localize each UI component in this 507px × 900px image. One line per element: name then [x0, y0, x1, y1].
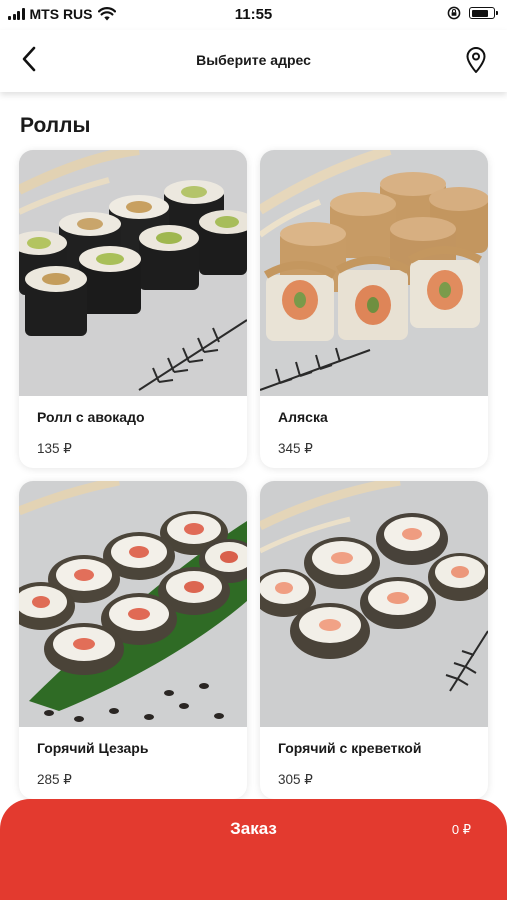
- product-name: Ролл с авокадо: [37, 409, 145, 425]
- product-card[interactable]: Аляска 345 ₽: [260, 150, 488, 468]
- order-total: 0 ₽: [451, 822, 471, 837]
- product-card[interactable]: Горячий Цезарь 285 ₽: [19, 481, 247, 799]
- address-selector[interactable]: Выберите адрес: [0, 52, 507, 68]
- alaska-roll-photo: [260, 150, 488, 396]
- hot-caesar-roll-photo: [19, 481, 247, 727]
- product-name: Аляска: [278, 409, 328, 425]
- product-price: 285 ₽: [37, 772, 72, 787]
- map-pin-icon: [466, 47, 486, 73]
- order-button[interactable]: Заказ 0 ₽: [0, 799, 507, 900]
- product-price: 135 ₽: [37, 441, 72, 456]
- product-card[interactable]: Ролл с авокадо 135 ₽: [19, 150, 247, 468]
- product-card[interactable]: Горячий с креветкой 305 ₽: [260, 481, 488, 799]
- product-price: 345 ₽: [278, 441, 313, 456]
- order-label: Заказ: [230, 819, 277, 838]
- product-name: Горячий с креветкой: [278, 740, 422, 756]
- product-name: Горячий Цезарь: [37, 740, 149, 756]
- app-header: Выберите адрес: [0, 30, 507, 92]
- product-grid: Ролл с авокадо 135 ₽ Аляска 345 ₽ Горячи…: [0, 0, 507, 900]
- avocado-roll-photo: [19, 150, 247, 396]
- hot-shrimp-roll-photo: [260, 481, 488, 727]
- product-price: 305 ₽: [278, 772, 313, 787]
- location-button[interactable]: [461, 44, 491, 76]
